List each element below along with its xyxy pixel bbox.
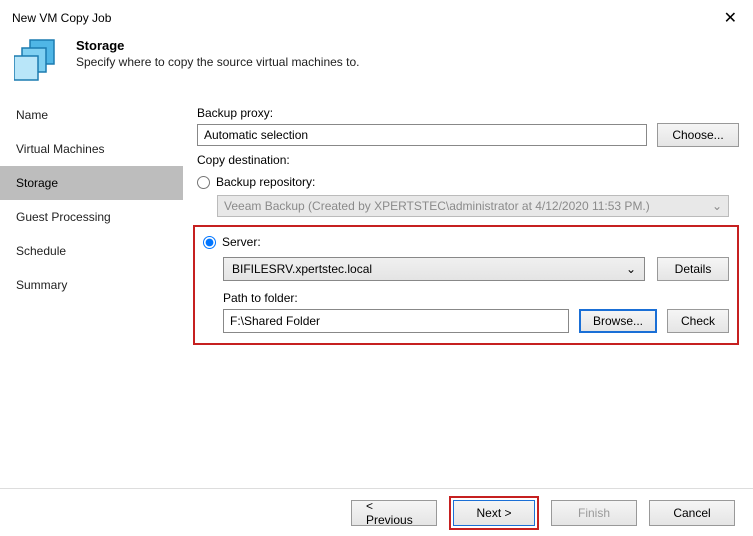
finish-button: Finish	[551, 500, 637, 526]
page-subtitle: Specify where to copy the source virtual…	[76, 55, 359, 69]
sidebar-item-guest-processing[interactable]: Guest Processing	[0, 200, 183, 234]
details-button[interactable]: Details	[657, 257, 729, 281]
server-select-value: BIFILESRV.xpertstec.local	[232, 262, 372, 276]
copy-destination-label: Copy destination:	[197, 153, 739, 167]
check-button[interactable]: Check	[667, 309, 729, 333]
sidebar-item-schedule[interactable]: Schedule	[0, 234, 183, 268]
radio-backup-repository[interactable]	[197, 176, 210, 189]
radio-backup-repository-label: Backup repository:	[216, 175, 315, 189]
backup-proxy-value: Automatic selection	[204, 128, 308, 142]
wizard-sidebar: Name Virtual Machines Storage Guest Proc…	[0, 98, 183, 490]
close-icon[interactable]: ✕	[720, 8, 741, 28]
server-select[interactable]: BIFILESRV.xpertstec.local ⌄	[223, 257, 645, 281]
cancel-button[interactable]: Cancel	[649, 500, 735, 526]
backup-proxy-label: Backup proxy:	[197, 106, 739, 120]
chevron-down-icon: ⌄	[712, 199, 722, 213]
wizard-footer: < Previous Next > Finish Cancel	[0, 488, 753, 536]
title-bar: New VM Copy Job ✕	[0, 0, 753, 32]
path-to-folder-value: F:\Shared Folder	[230, 314, 320, 328]
path-to-folder-field[interactable]: F:\Shared Folder	[223, 309, 569, 333]
page-title: Storage	[76, 38, 359, 53]
storage-icon	[14, 36, 62, 84]
choose-button[interactable]: Choose...	[657, 123, 739, 147]
wizard-header: Storage Specify where to copy the source…	[0, 32, 753, 98]
browse-button[interactable]: Browse...	[579, 309, 657, 333]
path-to-folder-label: Path to folder:	[223, 291, 729, 305]
main-panel: Backup proxy: Automatic selection Choose…	[183, 98, 753, 490]
chevron-down-icon: ⌄	[626, 262, 636, 276]
sidebar-item-name[interactable]: Name	[0, 98, 183, 132]
sidebar-item-storage[interactable]: Storage	[0, 166, 183, 200]
previous-button[interactable]: < Previous	[351, 500, 437, 526]
next-button-highlight: Next >	[449, 496, 539, 530]
sidebar-item-virtual-machines[interactable]: Virtual Machines	[0, 132, 183, 166]
server-section: Server: BIFILESRV.xpertstec.local ⌄ Deta…	[193, 225, 739, 345]
backup-repository-value: Veeam Backup (Created by XPERTSTEC\admin…	[224, 199, 650, 213]
radio-server[interactable]	[203, 236, 216, 249]
radio-backup-repository-row: Backup repository:	[197, 173, 739, 191]
backup-proxy-field[interactable]: Automatic selection	[197, 124, 647, 146]
next-button[interactable]: Next >	[453, 500, 535, 526]
backup-repository-select: Veeam Backup (Created by XPERTSTEC\admin…	[217, 195, 729, 217]
window-title: New VM Copy Job	[12, 11, 111, 25]
radio-server-label: Server:	[222, 235, 261, 249]
sidebar-item-summary[interactable]: Summary	[0, 268, 183, 302]
